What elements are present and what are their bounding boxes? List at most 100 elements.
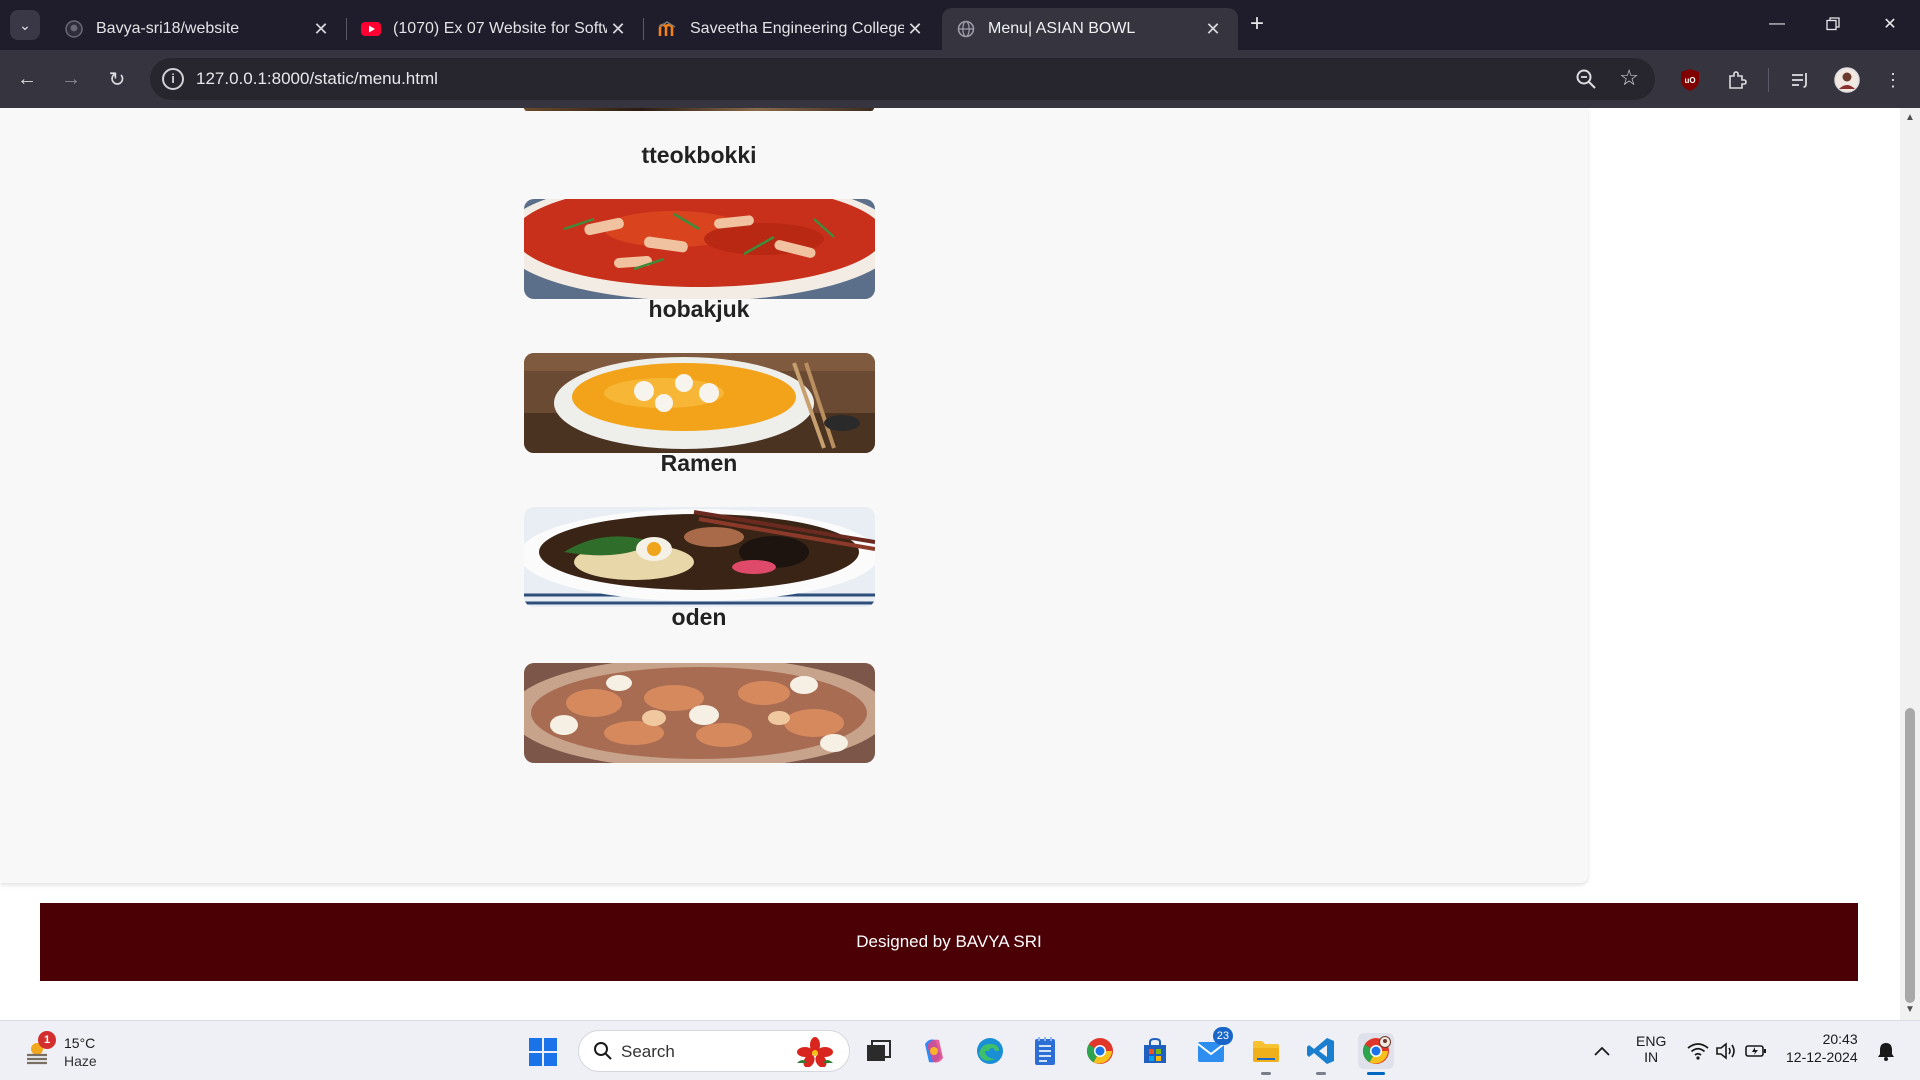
close-tab-icon[interactable]: ✕ <box>607 18 629 40</box>
moodle-icon <box>658 19 678 39</box>
previous-dish-image-edge <box>524 108 874 111</box>
new-tab-button[interactable]: + <box>1243 11 1271 39</box>
mail-app[interactable]: 23 <box>1193 1027 1233 1069</box>
tab-menu-active[interactable]: Menu| ASIAN BOWL ✕ <box>942 8 1238 50</box>
bookmark-star-icon[interactable]: ☆ <box>1619 65 1639 91</box>
start-button[interactable] <box>528 1037 558 1067</box>
task-view-icon <box>867 1040 891 1061</box>
windows-taskbar: 1 15°C Haze Search 23 ENG IN 20:43 12-12… <box>0 1020 1920 1080</box>
region-code: IN <box>1644 1049 1659 1065</box>
scrollbar-thumb[interactable] <box>1905 708 1915 1003</box>
dish-name-ramen: Ramen <box>660 450 738 476</box>
svg-text:uO: uO <box>1684 76 1695 85</box>
menu-content-card: tteokbokki hobakjuk Ramen oden <box>0 108 1588 883</box>
chevron-down-icon: ⌄ <box>19 16 31 33</box>
globe-icon <box>956 19 976 39</box>
dish-name-oden: oden <box>671 604 727 630</box>
tab-title: Saveetha Engineering College: Login <box>690 20 904 37</box>
taskbar-search[interactable]: Search <box>578 1030 850 1072</box>
reload-icon: ↻ <box>108 68 126 91</box>
vscode-icon <box>1307 1038 1334 1064</box>
chrome-profile-icon <box>1362 1036 1391 1064</box>
forward-button[interactable]: → <box>56 64 86 94</box>
zoom-icon[interactable] <box>1575 68 1597 90</box>
wifi-icon[interactable] <box>1686 1039 1710 1063</box>
poinsettia-icon <box>797 1037 833 1067</box>
weather-alert-badge: 1 <box>38 1031 56 1049</box>
active-indicator <box>1367 1072 1385 1075</box>
tab-strip: ⌄ Bavya-sri18/website ✕ (1070) Ex 07 Web… <box>0 0 1920 50</box>
input-language[interactable]: ENG IN <box>1636 1033 1666 1065</box>
copilot-app[interactable] <box>916 1033 952 1069</box>
system-clock[interactable]: 20:43 12-12-2024 <box>1786 1031 1858 1065</box>
ramen-image <box>524 507 875 607</box>
search-placeholder: Search <box>621 1042 675 1061</box>
tab-github[interactable]: Bavya-sri18/website ✕ <box>50 8 346 50</box>
copilot-icon <box>925 1039 943 1063</box>
arrow-right-icon: → <box>61 67 81 90</box>
chrome-profile-app[interactable] <box>1358 1033 1394 1075</box>
chrome-app[interactable] <box>1082 1033 1118 1069</box>
close-tab-icon[interactable]: ✕ <box>1202 18 1224 40</box>
page-footer: Designed by BAVYA SRI <box>40 903 1858 981</box>
chrome-icon <box>1086 1038 1113 1064</box>
url-text[interactable]: 127.0.0.1:8000/static/menu.html <box>196 69 438 89</box>
youtube-icon <box>361 19 381 39</box>
back-button[interactable]: ← <box>12 64 42 94</box>
task-view-app[interactable] <box>861 1033 897 1069</box>
reload-button[interactable]: ↻ <box>102 64 132 94</box>
file-explorer-app[interactable] <box>1248 1033 1284 1075</box>
page-viewport: tteokbokki hobakjuk Ramen oden Designed … <box>0 108 1920 1020</box>
tab-title: Menu| ASIAN BOWL <box>988 20 1136 37</box>
scroll-up-icon[interactable]: ▲ <box>1904 112 1916 124</box>
running-indicator <box>1316 1072 1326 1075</box>
page-scrollbar[interactable]: ▲ ▼ <box>1900 108 1920 1020</box>
microsoft-store-app[interactable] <box>1137 1033 1173 1069</box>
tab-saveetha[interactable]: Saveetha Engineering College: Login ✕ <box>644 8 940 50</box>
running-indicator <box>1261 1072 1271 1075</box>
oden-image <box>524 663 875 763</box>
language-code: ENG <box>1636 1033 1667 1049</box>
battery-icon[interactable] <box>1744 1039 1768 1063</box>
weather-temperature: 15°C <box>64 1035 96 1051</box>
scroll-down-icon[interactable]: ▼ <box>1904 1004 1916 1016</box>
address-bar[interactable]: i 127.0.0.1:8000/static/menu.html ☆ <box>150 58 1655 100</box>
toolbar-divider <box>1768 68 1769 92</box>
close-icon: ✕ <box>1883 16 1897 33</box>
site-info-icon[interactable]: i <box>162 68 184 90</box>
profile-avatar[interactable] <box>1834 67 1860 93</box>
folder-icon <box>1253 1041 1279 1062</box>
mail-unread-badge: 23 <box>1212 1027 1233 1045</box>
tab-title: Bavya-sri18/website <box>96 20 240 37</box>
close-tab-icon[interactable]: ✕ <box>310 18 332 40</box>
extensions-puzzle-icon[interactable] <box>1724 67 1750 93</box>
hobakjuk-image <box>524 353 875 453</box>
close-tab-icon[interactable]: ✕ <box>904 18 926 40</box>
windows-logo-icon <box>529 1038 557 1066</box>
show-hidden-icons-chevron-icon[interactable] <box>1590 1039 1614 1063</box>
more-options-icon[interactable]: ⋮ <box>1880 67 1906 93</box>
media-control-icon[interactable] <box>1788 67 1814 93</box>
minimize-icon: — <box>1769 15 1785 32</box>
edge-icon <box>977 1038 1003 1064</box>
ublock-extension-icon[interactable]: uO <box>1677 67 1703 93</box>
weather-condition: Haze <box>64 1053 97 1069</box>
notepad-app[interactable] <box>1027 1033 1063 1069</box>
plus-icon: + <box>1249 10 1264 37</box>
close-window-button[interactable]: ✕ <box>1867 6 1913 42</box>
restore-icon <box>1826 17 1840 31</box>
store-icon <box>1144 1037 1166 1063</box>
edge-app[interactable] <box>972 1033 1008 1069</box>
arrow-left-icon: ← <box>17 67 37 90</box>
clock-date: 12-12-2024 <box>1786 1049 1858 1065</box>
dish-name-tteokbokki: tteokbokki <box>641 142 757 168</box>
volume-icon[interactable] <box>1714 1039 1738 1063</box>
tab-youtube[interactable]: (1070) Ex 07 Website for Software ✕ <box>347 8 643 50</box>
tab-search-button[interactable]: ⌄ <box>10 10 40 40</box>
restore-button[interactable] <box>1810 6 1856 42</box>
vscode-app[interactable] <box>1303 1033 1339 1075</box>
search-icon <box>594 1042 612 1060</box>
notification-bell-icon[interactable] <box>1874 1039 1898 1063</box>
weather-widget[interactable]: 1 15°C Haze <box>22 1029 112 1073</box>
minimize-button[interactable]: — <box>1754 6 1800 42</box>
